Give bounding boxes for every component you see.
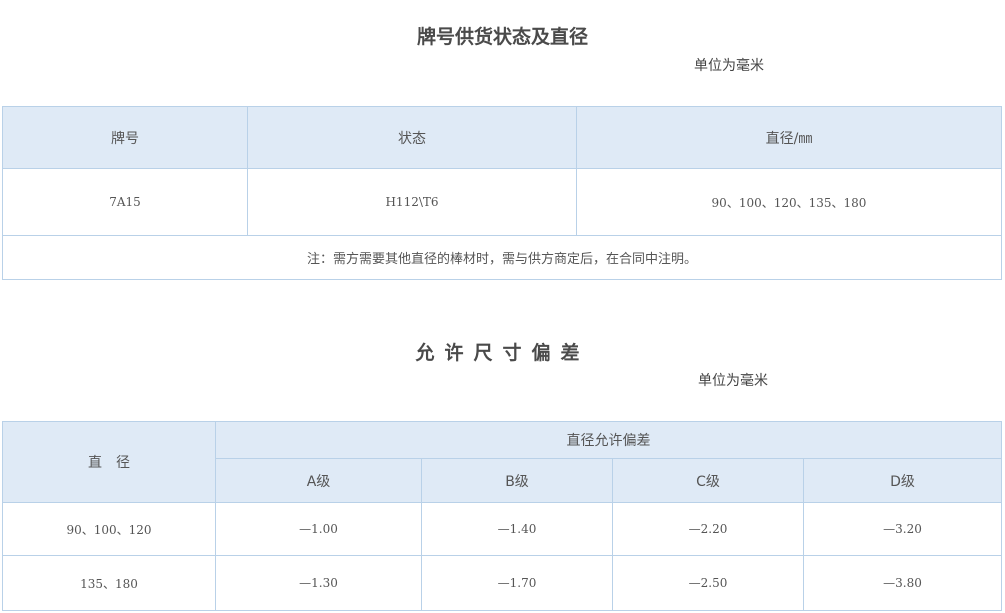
cell-grade-d: —3.80 — [803, 555, 1002, 611]
header-grade-a: A级 — [215, 458, 422, 503]
cell-grade-c: —2.50 — [612, 555, 804, 611]
cell-grade: 7A15 — [2, 168, 248, 236]
header-grade-b: B级 — [421, 458, 613, 503]
header-state: 状态 — [247, 106, 577, 169]
header-diameter: 直径/㎜ — [576, 106, 1002, 169]
header-diameter: 直 径 — [2, 421, 216, 503]
header-tolerance-group: 直径允许偏差 — [215, 421, 1002, 459]
cell-diameter: 90、100、120、135、180 — [576, 168, 1002, 236]
header-grade: 牌号 — [2, 106, 248, 169]
cell-grade-a: —1.30 — [215, 555, 422, 611]
cell-diameter: 90、100、120 — [2, 502, 216, 556]
header-grade-c: C级 — [612, 458, 804, 503]
cell-grade-b: —1.70 — [421, 555, 613, 611]
section1-unit-note: 单位为毫米 — [694, 58, 764, 74]
table-header-row: 直 径 直径允许偏差 — [2, 421, 1002, 503]
cell-grade-c: —2.20 — [612, 502, 804, 556]
section2-unit-note: 单位为毫米 — [698, 373, 768, 389]
tolerance-table: 直 径 直径允许偏差 A级 B级 C级 D级 90、100、120 —1.00 … — [2, 421, 1002, 611]
cell-diameter: 135、180 — [2, 555, 216, 611]
table-row: 7A15 H112\T6 90、100、120、135、180 — [2, 168, 1002, 236]
section2-title: 允许尺寸偏差 — [415, 342, 590, 364]
cell-grade-a: —1.00 — [215, 502, 422, 556]
supply-state-table: 牌号 状态 直径/㎜ 7A15 H112\T6 90、100、120、135、1… — [2, 106, 1002, 280]
section1-title: 牌号供货状态及直径 — [416, 26, 588, 48]
table-note: 注：需方需要其他直径的棒材时，需与供方商定后，在合同中注明。 — [2, 235, 1002, 280]
table-header-row: 牌号 状态 直径/㎜ — [2, 106, 1002, 169]
cell-grade-b: —1.40 — [421, 502, 613, 556]
cell-grade-d: —3.20 — [803, 502, 1002, 556]
table-row: 90、100、120 —1.00 —1.40 —2.20 —3.20 — [2, 502, 1002, 556]
header-grade-d: D级 — [803, 458, 1002, 503]
table-row: 135、180 —1.30 —1.70 —2.50 —3.80 — [2, 555, 1002, 611]
cell-state: H112\T6 — [247, 168, 577, 236]
table-note-row: 注：需方需要其他直径的棒材时，需与供方商定后，在合同中注明。 — [2, 235, 1002, 280]
